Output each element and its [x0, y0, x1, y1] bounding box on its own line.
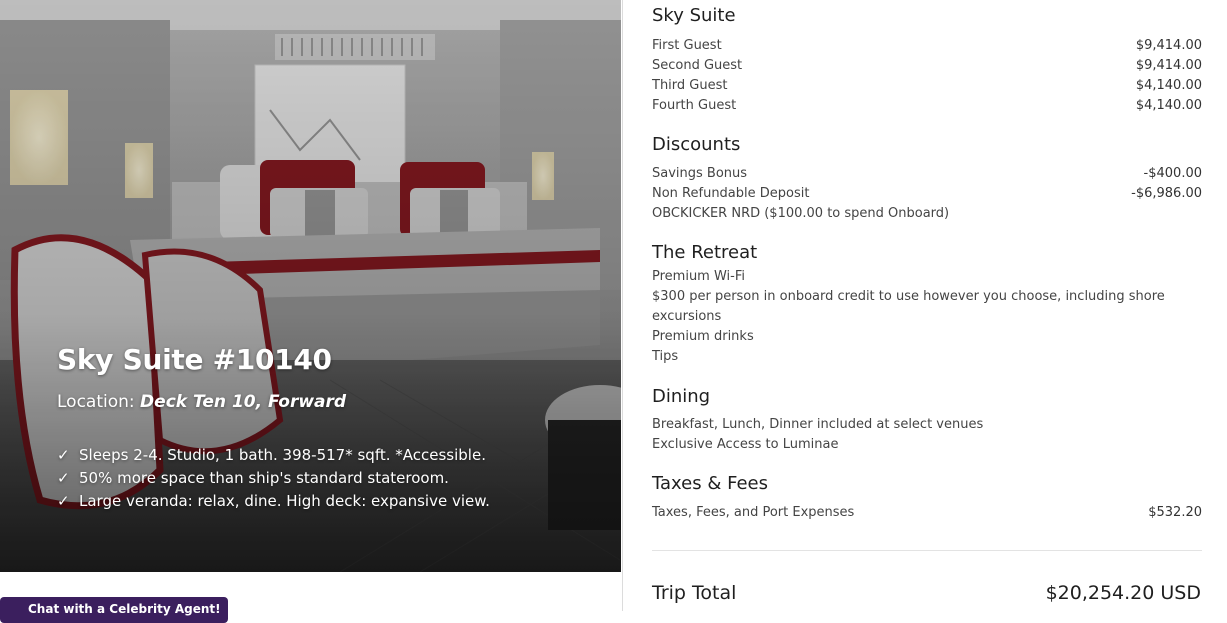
guest-label: Fourth Guest	[652, 98, 737, 113]
guest-amount: $4,140.00	[1135, 98, 1202, 113]
retreat-section-title: The Retreat	[652, 242, 758, 263]
guest-label: Second Guest	[652, 58, 743, 73]
discount-row: Savings Bonus -$400.00	[652, 164, 1202, 184]
discount-label: Savings Bonus	[652, 166, 748, 181]
dining-item: Exclusive Access to Luminae	[652, 437, 839, 452]
price-summary-panel: Sky Suite First Guest $9,414.00 Second G…	[622, 0, 1227, 611]
discount-amount: -$6,986.00	[1131, 186, 1202, 201]
suite-section-title: Sky Suite	[652, 5, 736, 26]
onboard-credit-note: OBCKICKER NRD ($100.00 to spend Onboard)	[652, 206, 950, 221]
trip-total-amount: $20,254.20 USD	[1045, 582, 1201, 604]
dining-item: Breakfast, Lunch, Dinner included at sel…	[652, 417, 984, 432]
suite-features-list: ✓ Sleeps 2-4. Studio, 1 bath. 398-517* sq…	[57, 444, 490, 513]
discount-amount: -$400.00	[1143, 166, 1202, 181]
feature-item: ✓ Large veranda: relax, dine. High deck: …	[57, 490, 490, 513]
chat-with-agent-button[interactable]: Chat with a Celebrity Agent!	[0, 597, 228, 623]
retreat-perk: $300 per person in onboard credit to use…	[652, 289, 1165, 324]
guest-price-row: Third Guest $4,140.00	[652, 76, 1202, 96]
feature-item: ✓ 50% more space than ship's standard sta…	[57, 467, 490, 490]
retreat-perk: Premium Wi-Fi	[652, 269, 745, 284]
discount-row: Non Refundable Deposit -$6,986.00	[652, 184, 1202, 204]
guest-price-row: Fourth Guest $4,140.00	[652, 96, 1202, 116]
guest-label: Third Guest	[652, 78, 728, 93]
location-label: Location:	[57, 392, 135, 412]
guest-amount: $9,414.00	[1135, 38, 1202, 53]
taxes-label: Taxes, Fees, and Port Expenses	[652, 505, 855, 520]
suite-location: Location: Deck Ten 10, Forward	[57, 392, 346, 412]
guest-price-row: Second Guest $9,414.00	[652, 56, 1202, 76]
checkmark-icon: ✓	[57, 469, 70, 487]
suite-photo-panel: Sky Suite #10140 Location: Deck Ten 10, …	[0, 0, 621, 572]
total-divider	[652, 550, 1202, 551]
guest-amount: $4,140.00	[1135, 78, 1202, 93]
trip-total-label: Trip Total	[652, 582, 737, 604]
taxes-section-title: Taxes & Fees	[652, 473, 768, 494]
feature-text: Sleeps 2-4. Studio, 1 bath. 398-517* sqf…	[79, 446, 486, 464]
feature-text: Large veranda: relax, dine. High deck: e…	[79, 492, 490, 510]
location-value: Deck Ten 10, Forward	[140, 392, 347, 412]
retreat-perk: Tips	[652, 349, 679, 364]
guest-label: First Guest	[652, 38, 722, 53]
retreat-perk: Premium drinks	[652, 329, 754, 344]
checkmark-icon: ✓	[57, 446, 70, 464]
guest-amount: $9,414.00	[1135, 58, 1202, 73]
taxes-row: Taxes, Fees, and Port Expenses $532.20	[652, 503, 1202, 523]
dining-section-title: Dining	[652, 386, 711, 407]
suite-title: Sky Suite #10140	[57, 343, 332, 376]
discount-label: Non Refundable Deposit	[652, 186, 810, 201]
checkmark-icon: ✓	[57, 492, 70, 510]
discounts-section-title: Discounts	[652, 134, 741, 155]
feature-item: ✓ Sleeps 2-4. Studio, 1 bath. 398-517* sq…	[57, 444, 490, 467]
taxes-amount: $532.20	[1148, 505, 1202, 520]
feature-text: 50% more space than ship's standard stat…	[79, 469, 449, 487]
guest-price-row: First Guest $9,414.00	[652, 36, 1202, 56]
